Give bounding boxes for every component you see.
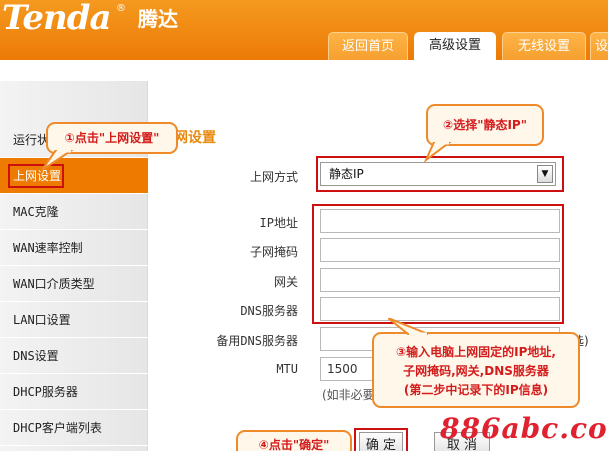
page-title: 网设置 [174,130,216,146]
callout-step-3-line-3: (第二步中记录下的IP信息) [403,383,549,397]
backup-dns-label: 备用DNS服务器 [216,334,298,348]
callout-step-2-pointer [424,142,452,162]
subheader-strip [0,60,608,81]
mtu-hint: (如非必要 [322,388,375,402]
connection-type-value: 静态IP [329,167,364,181]
dns-server-label: DNS服务器 [240,304,298,318]
sidebar-item-dhcp-clients[interactable]: DHCP客户端列表 [0,410,148,446]
connection-type-select[interactable]: 静态IP ▼ [320,162,556,186]
ip-address-label: IP地址 [259,216,298,230]
sidebar-item-wan-media[interactable]: WAN口介质类型 [0,266,148,302]
sidebar-item-dns[interactable]: DNS设置 [0,338,148,374]
mtu-label: MTU [276,362,298,376]
sidebar-item-lan[interactable]: LAN口设置 [0,302,148,338]
callout-step-1-pointer [41,150,74,171]
callout-step-3-line-2: 子网掩码,网关,DNS服务器 [403,364,549,378]
callout-step-4: ④点击"确定" [236,430,352,451]
site-watermark: 886abc.com [440,412,608,445]
connection-type-label: 上网方式 [249,170,298,184]
registered-mark: ® [116,3,126,14]
sidebar-item-mac-clone[interactable]: MAC克隆 [0,194,148,230]
tab-advanced-settings[interactable]: 高级设置 [414,32,496,60]
callout-step-3-pointer [388,318,429,336]
gateway-label: 网关 [273,275,298,289]
sidebar-item-dhcp-server[interactable]: DHCP服务器 [0,374,148,410]
brand-chinese-name: 腾达 [138,7,178,31]
ok-button[interactable]: 确 定 [359,432,403,451]
callout-step-3: ③输入电脑上网固定的IP地址, 子网掩码,网关,DNS服务器 (第二步中记录下的… [372,332,580,408]
subnet-mask-label: 子网掩码 [249,245,298,259]
dropdown-arrow-icon[interactable]: ▼ [537,165,553,183]
tab-wireless-settings[interactable]: 无线设置 [502,32,586,60]
sidebar-item-wan-rate[interactable]: WAN速率控制 [0,230,148,266]
tab-system-settings[interactable]: 设 [590,32,608,60]
callout-step-3-line-1: ③输入电脑上网固定的IP地址, [396,345,556,359]
brand-logo: Tenda [2,0,112,38]
highlight-box-ip-fields [312,204,564,324]
tab-home[interactable]: 返回首页 [328,32,408,60]
callout-step-2: ②选择"静态IP" [426,104,544,146]
mtu-input[interactable]: 1500 [320,357,376,381]
header-bar: Tenda ® 腾达 返回首页 高级设置 无线设置 设 [0,0,608,60]
